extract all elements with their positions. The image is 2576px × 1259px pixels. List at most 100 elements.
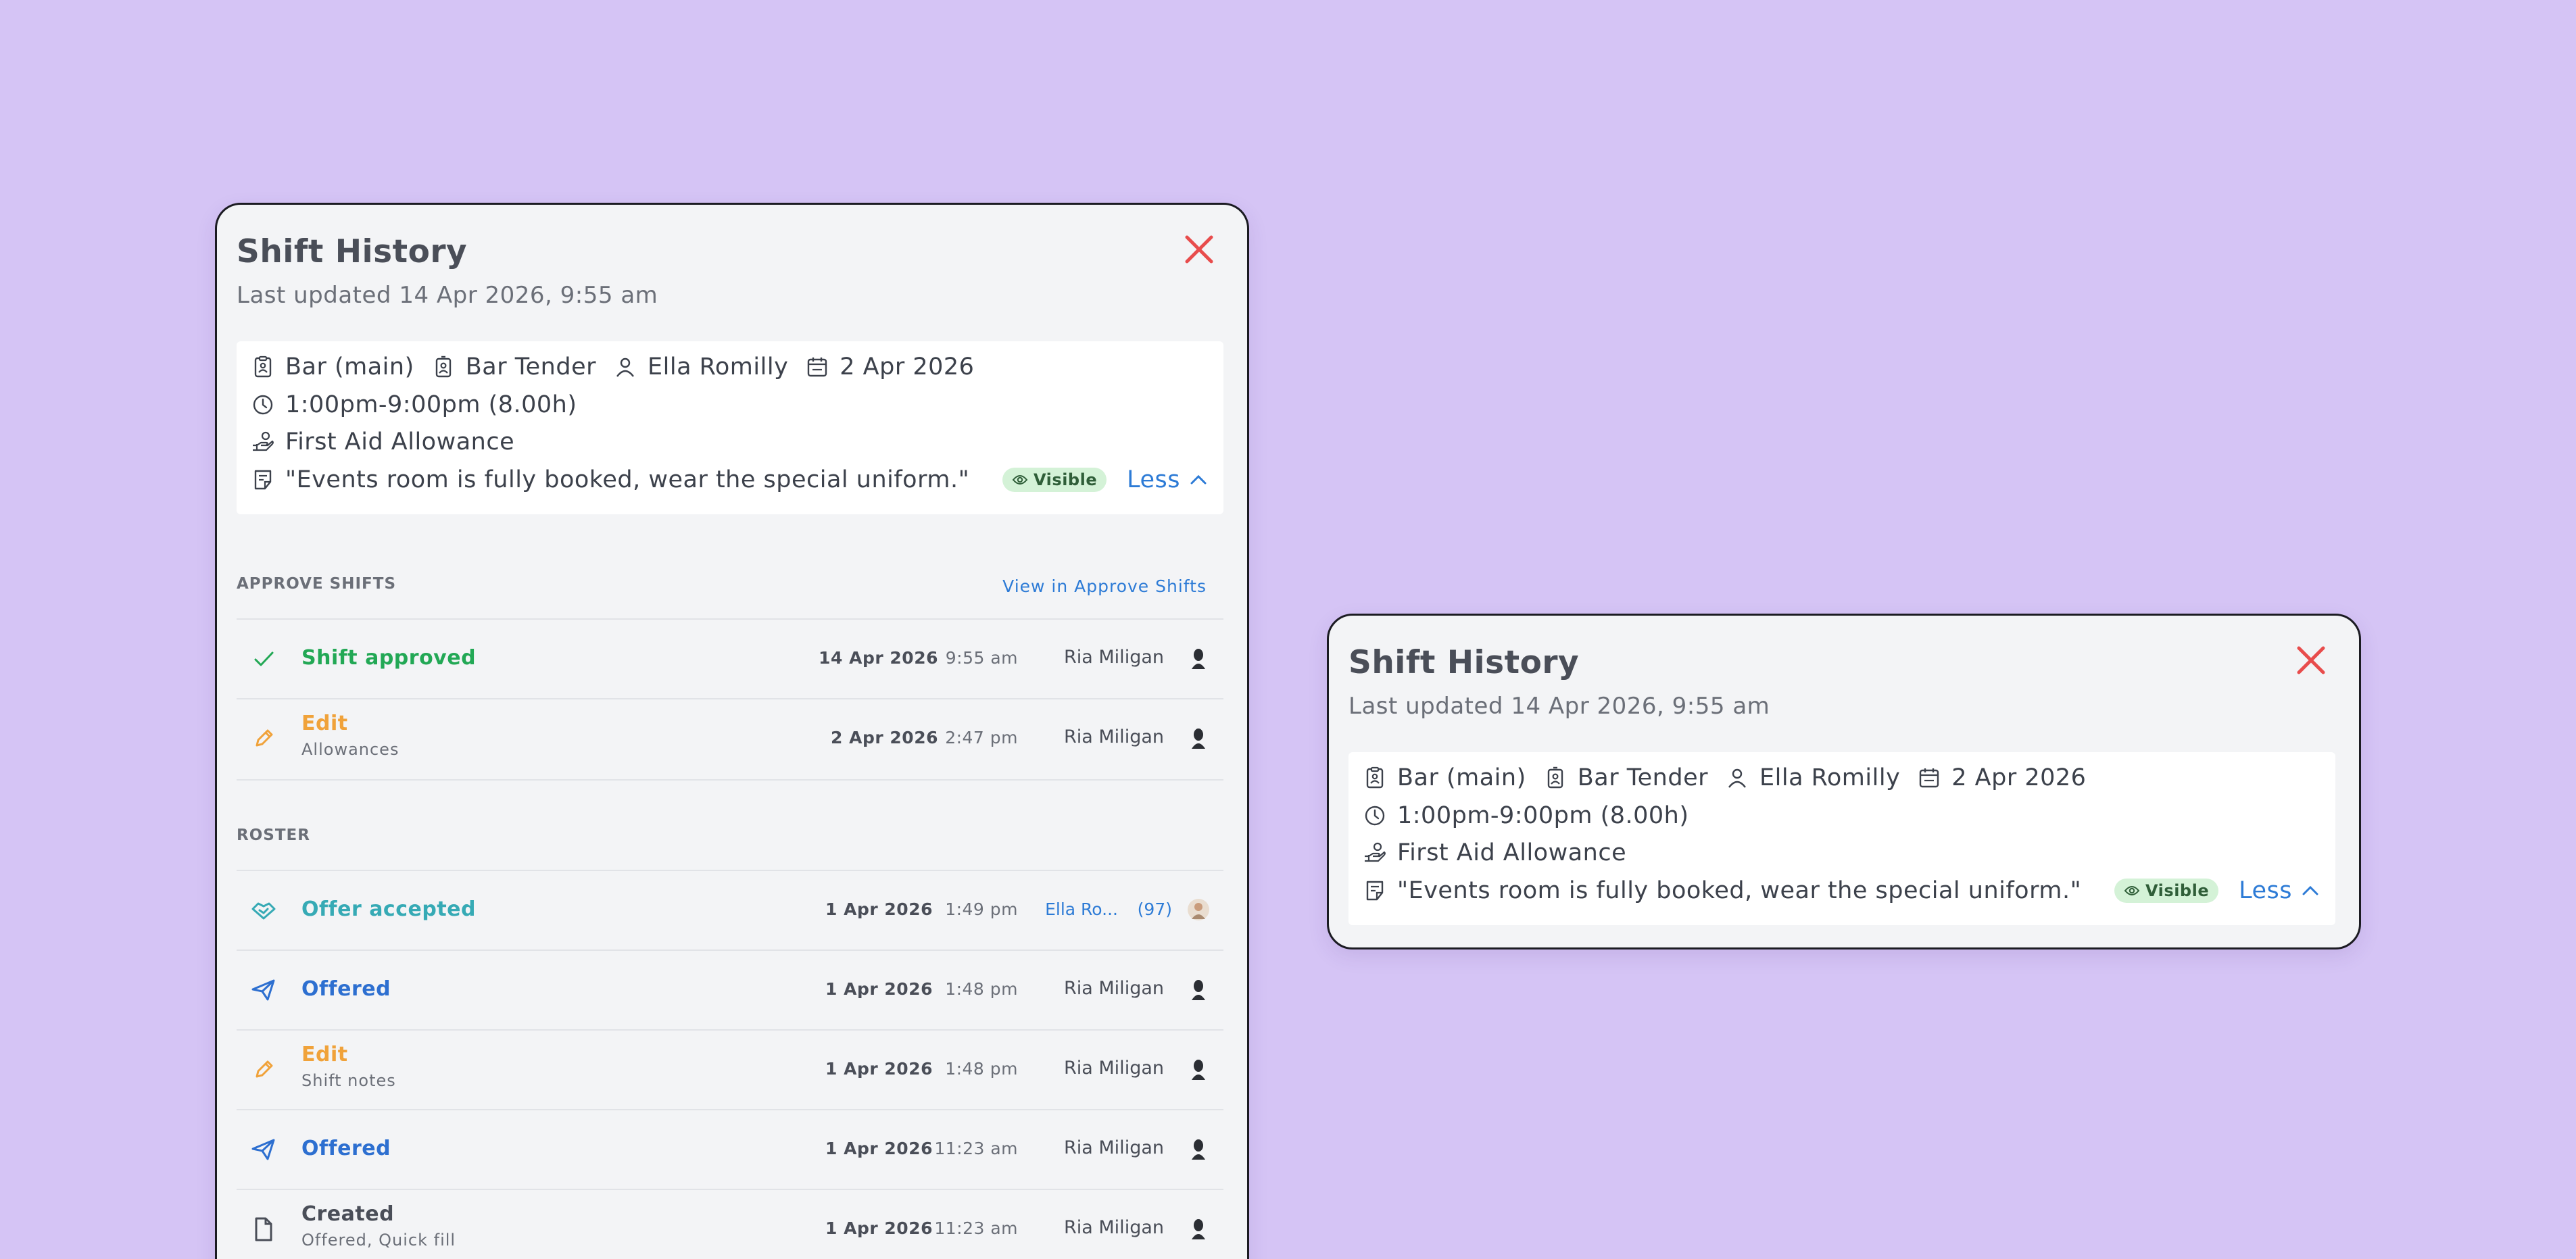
clock-icon — [251, 393, 274, 416]
shift-summary-card: Bar (main) Bar Tender Ella Romilly 2 Apr… — [1348, 752, 2335, 925]
history-date: 1 Apr 2026 — [825, 1059, 933, 1079]
history-row[interactable]: Offer accepted 1 Apr 2026 1:49 pm Ella R… — [237, 871, 1223, 951]
panel-title: Shift History — [1348, 644, 1580, 681]
document-icon — [250, 1216, 277, 1243]
note-text: "Events room is fully booked, wear the s… — [1397, 877, 2082, 904]
history-date: 1 Apr 2026 — [825, 1218, 933, 1238]
pencil-icon — [250, 1056, 277, 1083]
section-heading-roster: ROSTER — [237, 826, 310, 844]
history-time: 1:48 pm — [945, 979, 1018, 999]
visible-badge: Visible — [2114, 879, 2219, 903]
allowance-text: First Aid Allowance — [285, 428, 515, 455]
history-action-label: Offered — [301, 977, 391, 1001]
summary-row-allowance: First Aid Allowance — [251, 427, 514, 457]
avatar-silhouette-icon — [1187, 1058, 1210, 1081]
history-time: 11:23 am — [934, 1218, 1018, 1238]
history-date: 1 Apr 2026 — [825, 979, 933, 999]
check-icon — [250, 645, 277, 672]
history-user: Ella Ro... — [1045, 899, 1118, 919]
avatar-photo — [1187, 898, 1210, 921]
note-text: "Events room is fully booked, wear the s… — [285, 466, 970, 493]
history-user-count: (97) — [1137, 899, 1172, 919]
less-label: Less — [2239, 877, 2292, 904]
calendar-icon — [806, 355, 829, 378]
note-icon — [1363, 879, 1386, 902]
handshake-icon — [250, 897, 277, 924]
history-time: 9:55 am — [945, 648, 1018, 668]
history-date: 14 Apr 2026 — [819, 648, 938, 668]
history-user: Ria Miligan — [1064, 978, 1164, 999]
history-date: 1 Apr 2026 — [825, 899, 933, 919]
hand-coin-icon — [1363, 841, 1386, 864]
person-text: Ella Romilly — [648, 353, 789, 380]
avatar-silhouette-icon — [1187, 726, 1210, 749]
send-icon — [250, 977, 277, 1004]
history-time: 1:49 pm — [945, 899, 1018, 919]
person-text: Ella Romilly — [1759, 764, 1901, 791]
eye-icon — [1012, 475, 1028, 485]
summary-row-note: "Events room is fully booked, wear the s… — [251, 465, 1209, 495]
allowance-text: First Aid Allowance — [1397, 839, 1627, 866]
history-action-detail: Offered, Quick fill — [301, 1231, 456, 1250]
history-date: 2 Apr 2026 — [831, 728, 938, 747]
chevron-up-icon — [1190, 474, 1207, 485]
history-action-label: Offer accepted — [301, 897, 476, 921]
view-in-approve-shifts-link[interactable]: View in Approve Shifts — [1002, 576, 1207, 596]
history-row[interactable]: Offered 1 Apr 2026 11:23 am Ria Miligan — [237, 1110, 1223, 1190]
date-text: 2 Apr 2026 — [1951, 764, 2087, 791]
history-time: 2:47 pm — [945, 728, 1018, 747]
less-label: Less — [1127, 466, 1180, 493]
calendar-icon — [1918, 766, 1941, 789]
history-row[interactable]: Shift approved 14 Apr 2026 9:55 am Ria M… — [237, 620, 1223, 699]
history-user: Ria Miligan — [1064, 1058, 1164, 1079]
history-action-label: Created — [301, 1202, 395, 1226]
date-text: 2 Apr 2026 — [840, 353, 975, 380]
avatar-silhouette-icon — [1187, 1137, 1210, 1160]
history-action-detail: Allowances — [301, 740, 399, 759]
close-button[interactable] — [1182, 232, 1217, 267]
id-badge-icon — [432, 355, 455, 378]
avatar-silhouette-icon — [1187, 647, 1210, 670]
history-date: 1 Apr 2026 — [825, 1139, 933, 1158]
clock-icon — [1363, 804, 1386, 827]
shift-summary-card: Bar (main) Bar Tender Ella Romilly 2 Apr… — [237, 341, 1223, 514]
close-icon — [1185, 235, 1213, 264]
pencil-icon — [250, 725, 277, 752]
close-button[interactable] — [2293, 643, 2329, 678]
location-text: Bar (main) — [1397, 764, 1526, 791]
visible-badge-label: Visible — [2145, 881, 2210, 900]
last-updated-text: Last updated 14 Apr 2026, 9:55 am — [237, 282, 658, 309]
hand-coin-icon — [251, 430, 274, 453]
history-user: Ria Miligan — [1064, 726, 1164, 747]
time-text: 1:00pm-9:00pm (8.00h) — [285, 391, 577, 418]
divider — [237, 779, 1223, 781]
history-row[interactable]: Edit Shift notes 1 Apr 2026 1:48 pm Ria … — [237, 1031, 1223, 1110]
less-toggle[interactable]: Less — [1127, 466, 1209, 493]
time-text: 1:00pm-9:00pm (8.00h) — [1397, 802, 1689, 829]
close-icon — [2297, 646, 2325, 674]
summary-row-details: Bar (main) Bar Tender Ella Romilly 2 Apr… — [251, 352, 974, 382]
history-action-label: Edit — [301, 1043, 348, 1066]
summary-row-details: Bar (main) Bar Tender Ella Romilly 2 Apr… — [1363, 763, 2086, 793]
history-user: Ria Miligan — [1064, 647, 1164, 668]
shift-history-panel-expanded: Shift History Last updated 14 Apr 2026, … — [215, 203, 1249, 1259]
history-row[interactable]: Offered 1 Apr 2026 1:48 pm Ria Miligan — [237, 951, 1223, 1031]
history-action-label: Shift approved — [301, 646, 477, 670]
note-icon — [251, 468, 274, 491]
avatar-silhouette-icon — [1187, 978, 1210, 1001]
person-icon — [1726, 766, 1749, 789]
person-icon — [614, 355, 637, 378]
panel-title: Shift History — [237, 233, 468, 270]
history-action-label: Offered — [301, 1137, 391, 1160]
summary-row-time: 1:00pm-9:00pm (8.00h) — [251, 390, 577, 420]
summary-row-note: "Events room is fully booked, wear the s… — [1363, 876, 2320, 906]
history-row[interactable]: Created Offered, Quick fill 1 Apr 2026 1… — [237, 1190, 1223, 1259]
send-icon — [250, 1136, 277, 1163]
role-text: Bar Tender — [1577, 764, 1708, 791]
history-action-detail: Shift notes — [301, 1071, 396, 1090]
less-toggle[interactable]: Less — [2239, 877, 2320, 904]
role-text: Bar Tender — [465, 353, 596, 380]
history-time: 1:48 pm — [945, 1059, 1018, 1079]
avatar-silhouette-icon — [1187, 1217, 1210, 1240]
history-row[interactable]: Edit Allowances 2 Apr 2026 2:47 pm Ria M… — [237, 699, 1223, 779]
